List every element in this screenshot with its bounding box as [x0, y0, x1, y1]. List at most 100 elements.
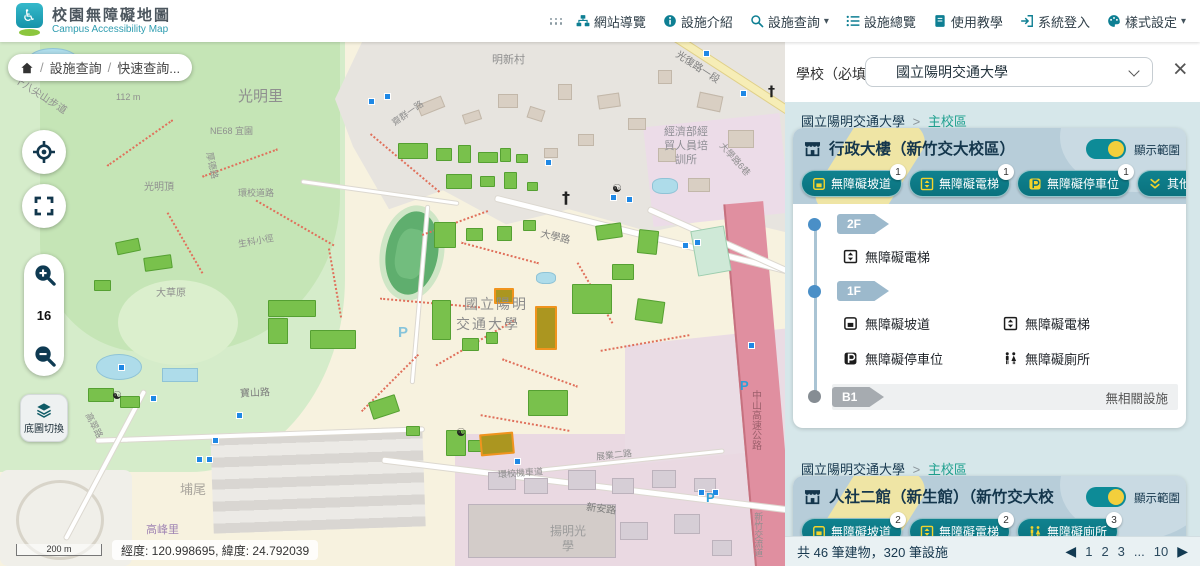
prev-page-button[interactable]: ◀ [1065, 543, 1076, 560]
map-building [528, 390, 568, 416]
map-node-marker[interactable] [610, 194, 617, 201]
map-building [568, 470, 596, 490]
zoom-control: 16 [24, 254, 64, 376]
map-trail [461, 241, 539, 265]
map-node-marker[interactable] [196, 456, 203, 463]
locate-button[interactable] [22, 130, 66, 174]
facility-item[interactable]: 無障礙電梯 [843, 247, 1176, 266]
breadcrumb-facility-query[interactable]: 設施查詢 [50, 58, 102, 77]
map-node-marker[interactable] [545, 159, 552, 166]
map-node-marker[interactable] [150, 395, 157, 402]
nav-theme-settings[interactable]: 樣式設定 ▾ [1107, 12, 1186, 31]
map-building [434, 222, 456, 248]
map-node-marker[interactable] [368, 98, 375, 105]
map-selected-building[interactable] [535, 306, 557, 350]
group-school-link[interactable]: 國立陽明交通大學 [801, 462, 905, 477]
map-building [620, 522, 648, 540]
filter-ramp-button[interactable]: 無障礙坡道 1 [801, 164, 907, 197]
zoom-level: 16 [36, 307, 52, 323]
next-page-button[interactable]: ▶ [1177, 543, 1188, 560]
timeline-line [814, 220, 817, 400]
nav-facility-search[interactable]: 設施查詢 ▾ [750, 12, 829, 31]
map-label: 中山高速公路 [749, 390, 761, 450]
fullscreen-button[interactable] [22, 184, 66, 228]
nav-facility-overview[interactable]: 設施總覽 [846, 12, 916, 31]
map-selected-building[interactable] [479, 431, 515, 457]
breadcrumb-separator: / [40, 60, 44, 75]
map-label: 國立陽明 [464, 296, 528, 312]
school-select[interactable]: 國立陽明交通大學 [865, 57, 1153, 87]
map-node-marker[interactable] [212, 437, 219, 444]
floor-row-b1: B1 無相關設施 [808, 384, 1178, 410]
map-node-marker[interactable] [626, 196, 633, 203]
map-node-marker[interactable] [384, 93, 391, 100]
group-campus-link[interactable]: 主校區 [928, 114, 967, 129]
elevator-icon [920, 177, 934, 191]
panel-close-button[interactable]: × [1173, 56, 1188, 82]
map-node-marker[interactable] [748, 342, 755, 349]
nav-tutorial[interactable]: 使用教學 [933, 12, 1003, 31]
zoom-out-button[interactable] [33, 344, 56, 367]
map-building [636, 229, 660, 255]
app-logo[interactable]: ♿ 校園無障礙地圖 Campus Accessibility Map [14, 3, 171, 39]
map-label: 大草原 [156, 288, 186, 299]
map-node-marker[interactable] [682, 242, 689, 249]
floor-tag-1f[interactable]: 1F [837, 281, 889, 301]
grid-dots-icon[interactable] [549, 17, 563, 25]
nav-facility-intro[interactable]: 設施介紹 [663, 12, 733, 31]
map-trail [480, 414, 570, 432]
map-label: 經濟部經 貿人員培 訓所 [664, 126, 708, 166]
map-node-marker[interactable] [514, 458, 521, 465]
floor-tag-b1[interactable]: B1 [832, 387, 884, 407]
nav-label: 網站導覽 [593, 14, 646, 30]
facility-item[interactable]: 無障礙廁所 [1003, 349, 1163, 368]
count-badge: 1 [998, 164, 1015, 180]
layers-icon [34, 402, 54, 418]
page-ellipsis: ... [1133, 544, 1145, 559]
map-building [94, 280, 111, 291]
show-range-toggle[interactable] [1086, 139, 1126, 159]
map-node-marker[interactable] [740, 90, 747, 97]
map-building [446, 174, 472, 189]
filter-parking-button[interactable]: 無障礙停車位 1 [1017, 164, 1135, 197]
map-node-marker[interactable] [236, 412, 243, 419]
toggle-knob [1108, 489, 1124, 505]
floor-tag-2f[interactable]: 2F [837, 214, 889, 234]
main-nav: 網站導覽 設施介紹 設施查詢 ▾ 設施總覽 使用教學 系統登入 樣式設定 ▾ [549, 12, 1186, 31]
nav-login[interactable]: 系統登入 [1020, 12, 1090, 31]
map-building [504, 172, 517, 189]
building-icon [803, 487, 822, 506]
map-label: 明新村 [492, 54, 525, 66]
zoom-in-button[interactable] [33, 263, 56, 286]
basemap-switch-button[interactable]: 底圖切換 [20, 394, 68, 442]
page-1[interactable]: 1 [1085, 544, 1092, 559]
map-building [120, 396, 140, 408]
page-2[interactable]: 2 [1101, 544, 1108, 559]
group-campus-link[interactable]: 主校區 [928, 462, 967, 477]
map-node-marker[interactable] [698, 489, 705, 496]
map-canvas[interactable]: ☯ ☯ ☯ † † P P P 光明里 明新村 經濟部經 貿人員培 訓所 大學路… [0, 42, 785, 566]
map-node-marker[interactable] [694, 239, 701, 246]
page-3[interactable]: 3 [1118, 544, 1125, 559]
show-range-toggle[interactable] [1086, 487, 1126, 507]
filter-other-button[interactable]: 其他 [1137, 170, 1186, 197]
building-card: 行政大樓（新竹交大校區） 顯示範圍 無障礙坡道 1 無障礙電梯 1 無障礙停車位 1 … [793, 128, 1186, 428]
school-select-header: 學校（必填）* 國立陽明交通大學 × [785, 42, 1200, 102]
filter-elevator-button[interactable]: 無障礙電梯 1 [909, 164, 1015, 197]
nav-sitemap[interactable]: 網站導覽 [576, 12, 646, 31]
group-school-link[interactable]: 國立陽明交通大學 [801, 114, 905, 129]
nav-label: 系統登入 [1037, 14, 1090, 30]
breadcrumb-quick-query[interactable]: 快速查詢... [117, 58, 180, 77]
show-range-label: 顯示範圍 [1134, 493, 1180, 505]
map-node-marker[interactable] [206, 456, 213, 463]
page-10[interactable]: 10 [1154, 544, 1168, 559]
facility-item[interactable]: 無障礙電梯 [1003, 314, 1163, 333]
facility-item[interactable]: 無障礙坡道 [843, 314, 1003, 333]
facility-item[interactable]: 無障礙停車位 [843, 349, 1003, 368]
map-building [478, 152, 498, 163]
map-building [628, 118, 646, 130]
map-node-marker[interactable] [118, 364, 125, 371]
map-athletic-track [372, 200, 452, 306]
map-node-marker[interactable] [703, 50, 710, 57]
home-icon[interactable] [20, 61, 34, 75]
